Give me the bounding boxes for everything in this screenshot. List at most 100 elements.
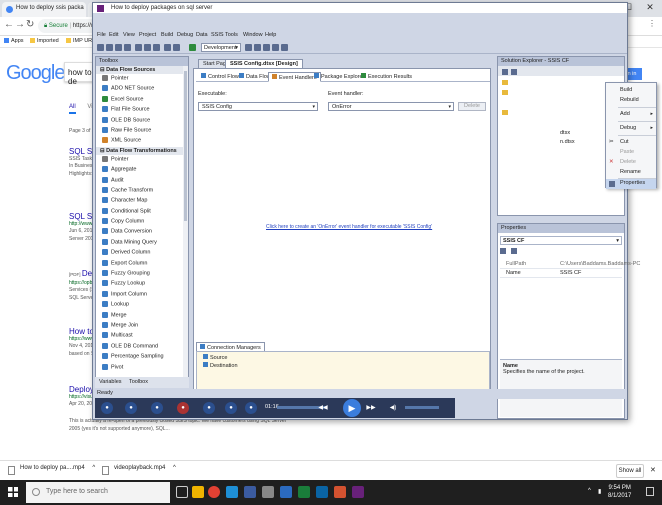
player-thumb-icon[interactable]: ● xyxy=(203,402,215,414)
tree-node-folder[interactable] xyxy=(502,110,510,117)
rewind-icon[interactable]: ◀◀ xyxy=(317,402,329,414)
connection-managers-tab[interactable]: Connection Managers xyxy=(196,342,265,351)
toolbox-item[interactable]: Excel Source xyxy=(96,95,188,105)
open-icon[interactable] xyxy=(106,44,113,51)
toolbox-section-transformations[interactable]: ⊟ Data Flow Transformations xyxy=(96,146,188,155)
toolbox-icon[interactable] xyxy=(272,44,279,51)
volume-slider[interactable] xyxy=(405,406,439,409)
menu-project[interactable]: Project xyxy=(139,32,156,38)
toolbox-item[interactable]: Export Column xyxy=(96,259,188,269)
toolbox-item[interactable]: Data Mining Query xyxy=(96,238,188,248)
reload-icon[interactable]: ↻ xyxy=(26,19,34,30)
toolbox-item[interactable]: Character Map xyxy=(96,196,188,206)
toolbox-item[interactable]: Copy Column xyxy=(96,217,188,227)
play-button[interactable]: ▶ xyxy=(343,399,361,417)
toolbox-scrollbar[interactable] xyxy=(183,66,188,377)
show-all-button[interactable]: Show all xyxy=(616,464,644,478)
player-thumb-icon[interactable]: ● xyxy=(225,402,237,414)
properties-icon[interactable] xyxy=(263,44,270,51)
save-icon[interactable] xyxy=(115,44,122,51)
bookmark-imported[interactable]: Imported xyxy=(30,38,59,44)
menu-view[interactable]: View xyxy=(123,32,135,38)
toolbox-item[interactable]: Data Conversion xyxy=(96,227,188,237)
menu-item-properties[interactable]: Properties xyxy=(606,179,656,189)
create-event-handler-link[interactable]: Click here to create an 'OnError' event … xyxy=(266,224,432,230)
properties-object-select[interactable]: SSIS CF ▾ xyxy=(500,236,622,245)
menu-item-add[interactable]: Add ▸ xyxy=(606,110,656,120)
menu-kebab-icon[interactable]: ⋮ xyxy=(648,19,656,28)
player-app-icon[interactable]: ● xyxy=(101,402,113,414)
toolbox-item[interactable]: Flat File Source xyxy=(96,105,188,115)
scroll-thumb[interactable] xyxy=(184,71,187,221)
delete-button[interactable]: Delete xyxy=(458,102,486,111)
tray-chevron-icon[interactable]: ^ xyxy=(588,488,591,494)
edge-icon[interactable] xyxy=(226,486,238,498)
visual-studio-icon[interactable] xyxy=(352,486,364,498)
alphabetical-icon[interactable] xyxy=(510,248,517,254)
chrome-icon[interactable] xyxy=(208,486,220,498)
toolbox-item[interactable]: Audit xyxy=(96,176,188,186)
toolbox-item[interactable]: XML Source xyxy=(96,136,188,146)
chevron-up-icon[interactable]: ^ xyxy=(92,465,95,471)
tree-node-folder[interactable] xyxy=(502,90,510,97)
menu-tools[interactable]: Tools xyxy=(225,32,238,38)
toolbox-item[interactable]: Conditional Split xyxy=(96,207,188,217)
player-thumb-icon[interactable]: ● xyxy=(151,402,163,414)
forward-arrow-icon[interactable]: → xyxy=(15,19,25,30)
app-icon[interactable] xyxy=(262,486,274,498)
toolbox-item[interactable]: Raw File Source xyxy=(96,126,188,136)
toolbox-item[interactable]: Fuzzy Lookup xyxy=(96,279,188,289)
more-tools-icon[interactable] xyxy=(281,44,288,51)
toolbox-item[interactable]: OLE DB Command xyxy=(96,342,188,352)
tab-variables[interactable]: Variables xyxy=(99,379,122,385)
taskbar-search-box[interactable]: Type here to search xyxy=(26,482,170,503)
toolbox-item[interactable]: Cache Transform xyxy=(96,186,188,196)
connection-manager-source[interactable]: Source xyxy=(203,354,483,362)
cut-icon[interactable] xyxy=(135,44,142,51)
start-debug-icon[interactable] xyxy=(189,44,196,51)
menu-build[interactable]: Build xyxy=(161,32,173,38)
menu-item-paste[interactable]: Paste xyxy=(606,148,656,158)
find-icon[interactable] xyxy=(245,44,252,51)
redo-icon[interactable] xyxy=(173,44,180,51)
copy-icon[interactable] xyxy=(144,44,151,51)
event-handler-select[interactable]: OnError ▾ xyxy=(328,102,454,111)
download-item[interactable]: videoplayback.mp4 ^ xyxy=(100,465,176,477)
toolbox-item[interactable]: Pointer xyxy=(96,74,188,84)
tree-node-package[interactable]: n.dtsx xyxy=(560,139,575,145)
powerpoint-icon[interactable] xyxy=(334,486,346,498)
toolbox-item[interactable]: Multicast xyxy=(96,331,188,341)
bookmark-imp-url[interactable]: IMP URL xyxy=(66,38,95,44)
start-button[interactable] xyxy=(0,480,26,505)
toolbox-item[interactable]: ADO NET Source xyxy=(96,84,188,94)
categorized-icon[interactable] xyxy=(500,248,506,254)
player-thumb-icon[interactable]: ● xyxy=(245,402,257,414)
property-row[interactable]: Name SSIS CF xyxy=(500,269,622,278)
bookmark-apps[interactable]: Apps xyxy=(4,38,24,44)
toolbox-item[interactable]: Aggregate xyxy=(96,165,188,175)
download-item[interactable]: How to deploy pa....mp4 ^ xyxy=(6,465,95,477)
app-icon[interactable] xyxy=(244,486,256,498)
network-icon[interactable]: ▮ xyxy=(598,488,601,495)
player-thumb-icon[interactable]: ● xyxy=(177,402,189,414)
toolbox-item[interactable]: Fuzzy Grouping xyxy=(96,269,188,279)
menu-debug[interactable]: Debug xyxy=(177,32,193,38)
word-icon[interactable] xyxy=(280,486,292,498)
tab-toolbox[interactable]: Toolbox xyxy=(129,379,148,385)
save-all-icon[interactable] xyxy=(124,44,131,51)
file-explorer-icon[interactable] xyxy=(192,486,204,498)
toolbox-item[interactable]: Percentage Sampling xyxy=(96,352,188,362)
menu-data[interactable]: Data xyxy=(196,32,208,38)
undo-icon[interactable] xyxy=(164,44,171,51)
tab-execution-results[interactable]: Execution Results xyxy=(358,72,415,82)
toolbox-item[interactable]: Lookup xyxy=(96,300,188,310)
menu-item-rename[interactable]: Rename xyxy=(606,168,656,178)
player-thumb-icon[interactable]: ● xyxy=(125,402,137,414)
menu-help[interactable]: Help xyxy=(265,32,276,38)
toolbox-item[interactable]: OLE DB Source xyxy=(96,116,188,126)
menu-file[interactable]: File xyxy=(97,32,106,38)
paste-icon[interactable] xyxy=(153,44,160,51)
properties-icon[interactable] xyxy=(502,69,508,75)
back-arrow-icon[interactable]: ← xyxy=(4,19,14,30)
executable-select[interactable]: SSIS Config ▾ xyxy=(198,102,318,111)
